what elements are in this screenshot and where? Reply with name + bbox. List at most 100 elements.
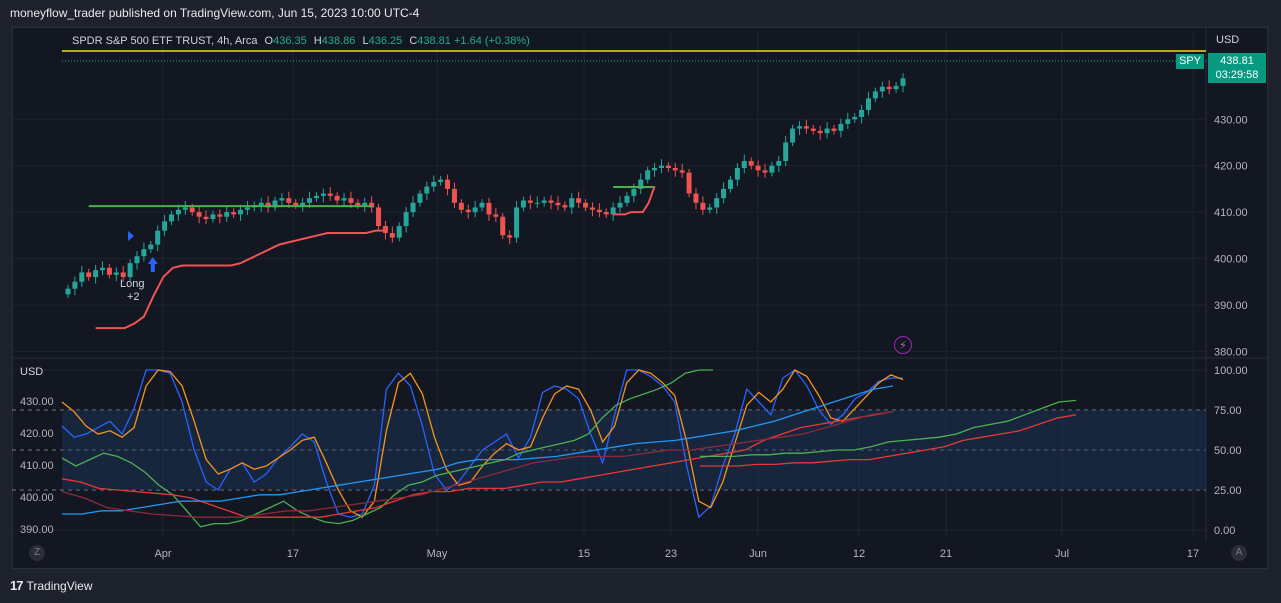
candle-body: [424, 186, 430, 194]
candle-body: [113, 272, 119, 275]
candle-body: [341, 198, 347, 201]
candle-body: [810, 128, 816, 131]
candle-body: [534, 202, 540, 204]
tradingview-logo-icon: 17: [10, 578, 24, 593]
candle-body: [196, 212, 202, 217]
lightning-icon[interactable]: ⚡: [894, 336, 912, 354]
bar-countdown: 03:29:58: [1215, 69, 1259, 81]
brand-name: TradingView: [26, 578, 93, 593]
osc-right-tick: 75.00: [1214, 405, 1242, 417]
candle-body: [334, 195, 340, 201]
candle-body: [141, 249, 147, 257]
chart-canvas[interactable]: Apr 17 May 15 23 Jun 12 21 Jul 17 380.00 390.00 400.…: [0, 0, 1281, 603]
candle-body: [879, 86, 885, 92]
x-tick-label: Apr: [154, 548, 171, 560]
candle-body: [472, 207, 478, 213]
candle-body: [527, 200, 533, 203]
x-tick-label: Jul: [1055, 548, 1069, 560]
candle-body: [479, 202, 485, 208]
y-tick-label: 420.00: [1214, 161, 1248, 173]
candle-body: [569, 198, 575, 208]
candle-body: [610, 207, 616, 215]
candle-body: [562, 205, 568, 208]
candle-body: [362, 202, 368, 206]
x-tick-label: 15: [578, 548, 590, 560]
candle-body: [872, 91, 878, 99]
candle-body: [217, 214, 223, 217]
candle-body: [900, 78, 906, 86]
osc-band-fill: [62, 410, 1206, 490]
x-tick-label: 23: [665, 548, 677, 560]
last-price-tag: 438.81 03:29:58: [1208, 53, 1266, 83]
candle-body: [576, 198, 582, 203]
candle-body: [679, 170, 685, 173]
open-value: 436.35: [273, 35, 307, 47]
candle-body: [727, 179, 733, 189]
candle-body: [796, 126, 802, 129]
x-tick-label: May: [427, 548, 448, 560]
zoom-left-button[interactable]: Z: [29, 545, 45, 561]
candle-body: [106, 267, 112, 275]
candle-body: [210, 214, 216, 220]
candle-body: [541, 200, 547, 203]
y-tick-label: 430.00: [1214, 114, 1248, 126]
footer-brand: 17 TradingView: [10, 578, 93, 593]
candle-body: [438, 179, 444, 182]
y-tick-label: 400.00: [1214, 254, 1248, 266]
candle-body: [734, 168, 740, 180]
candle-body: [100, 267, 106, 271]
x-tick-label: 17: [1187, 548, 1199, 560]
candle-body: [355, 202, 361, 206]
candle-body: [382, 226, 388, 233]
candle-body: [589, 207, 595, 210]
candle-body: [127, 263, 133, 278]
candle-body: [175, 209, 181, 215]
candle-body: [86, 272, 92, 278]
candle-body: [307, 198, 313, 203]
candle-body: [893, 85, 899, 90]
candle-body: [583, 202, 589, 208]
osc-left-tick: 400.00: [20, 492, 54, 504]
candle-body: [348, 198, 354, 203]
osc-axis-currency: USD: [20, 366, 44, 378]
low-value: 436.25: [368, 35, 403, 47]
auto-scale-button[interactable]: A: [1231, 545, 1247, 561]
candle-body: [686, 172, 692, 194]
candle-body: [493, 214, 499, 217]
candle-body: [665, 165, 671, 169]
candle-body: [507, 235, 513, 238]
candle-body: [286, 198, 292, 203]
symbol-title: SPDR S&P 500 ETF TRUST, 4h, Arca: [72, 35, 258, 47]
candle-body: [693, 193, 699, 203]
long-signal-label: Long: [120, 278, 145, 290]
candle-body: [300, 202, 306, 206]
high-value: 438.86: [321, 35, 356, 47]
candle-body: [445, 179, 451, 189]
x-tick-label: 17: [287, 548, 299, 560]
candle-body: [169, 214, 175, 222]
candle-body: [120, 272, 126, 278]
candle-body: [838, 123, 844, 131]
last-price-value: 438.81: [1220, 55, 1254, 67]
candle-body: [486, 202, 492, 215]
candle-body: [293, 202, 299, 206]
candle-body: [72, 281, 78, 289]
high-label: H: [313, 35, 322, 47]
candle-body: [182, 207, 188, 210]
candle-body: [189, 207, 195, 213]
candle-body: [231, 212, 237, 215]
candle-body: [817, 130, 823, 134]
osc-left-tick: 410.00: [20, 460, 54, 472]
symbol-info-line: SPDR S&P 500 ETF TRUST, 4h, Arca O436.35…: [72, 35, 530, 47]
candle-body: [514, 207, 520, 238]
candle-body: [700, 202, 706, 210]
candle-body: [258, 202, 264, 206]
y-tick-label: 390.00: [1214, 300, 1248, 312]
candle-body: [134, 256, 140, 264]
osc-left-tick: 430.00: [20, 396, 54, 408]
y-tick-label: 380.00: [1214, 346, 1248, 358]
candle-body: [721, 188, 727, 199]
candle-body: [865, 98, 871, 110]
long-signal-value: +2: [127, 291, 140, 303]
candle-body: [617, 202, 623, 208]
